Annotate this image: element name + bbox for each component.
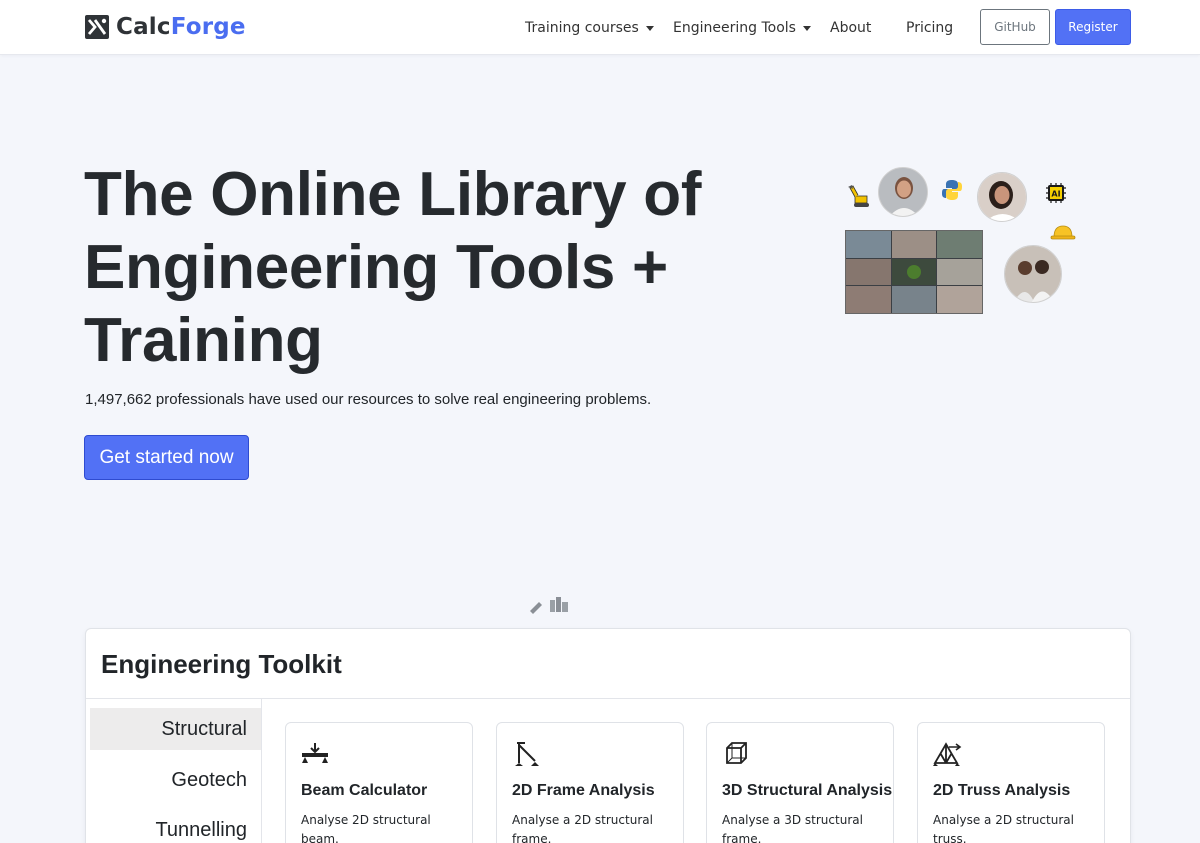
get-started-button[interactable]: Get started now [84,435,249,480]
nav-training-courses-label: Training courses [525,20,639,36]
avatar [906,264,921,279]
video-tile [937,231,982,258]
video-call-grid-photo [845,230,983,314]
tool-name: Beam Calculator [301,782,428,799]
category-tunnelling[interactable]: Tunnelling [90,809,261,843]
tool-description: Analyse 2D structural beam. [301,813,431,843]
tool-name: 2D Truss Analysis [933,782,1071,799]
tool-name: 3D Structural Analysis [722,782,893,799]
video-tile [891,231,937,258]
excavator-icon [848,185,869,207]
toolkit-title: Engineering Toolkit [101,649,342,679]
nav-training-courses[interactable]: Training courses [525,18,654,38]
tool-card-beam-calculator[interactable]: Beam Calculator Analyse 2D structural be… [285,722,473,843]
tool-description: Analyse a 3D structural frame. [722,813,863,843]
beam-icon [302,743,328,763]
engineering-toolkit-panel: Engineering Toolkit Structural Geotech T… [85,628,1131,843]
caret-down-icon [802,25,811,31]
caret-down-icon [645,25,654,31]
person-photo-illustration [879,168,927,216]
svg-text:AI: AI [1051,190,1060,199]
nav-pricing[interactable]: Pricing [906,18,953,38]
video-tile [891,258,937,286]
category-geotech[interactable]: Geotech [90,759,261,801]
video-tile [846,231,891,258]
group-photo-illustration [1005,246,1061,302]
person-photo-illustration [978,173,1026,221]
truss-icon [933,742,962,766]
tool-card-2d-truss-analysis[interactable]: 2D Truss Analysis Analyse a 2D structura… [917,722,1105,843]
nav-about-label: About [830,20,872,36]
brand-name: CalcForge [116,14,246,40]
frame-2d-icon [515,742,539,766]
hero-title: The Online Library of Engineering Tools … [84,160,702,375]
hero-collage: AI [840,165,1080,325]
ai-chip-icon: AI [1046,183,1066,203]
divider [261,699,262,843]
python-icon [942,180,962,200]
hard-hat-icon [1050,225,1076,240]
divider [86,698,1130,699]
ruler-and-building-icons [530,597,568,614]
github-button[interactable]: GitHub [980,9,1050,45]
brand-logo[interactable]: CalcForge [85,12,246,42]
nav-pricing-label: Pricing [906,20,954,36]
hero-subtitle: 1,497,662 professionals have used our re… [85,391,652,408]
top-navbar: CalcForge Training courses Engineering T… [0,0,1200,55]
calcforge-logo-icon [85,15,109,39]
tool-name: 2D Frame Analysis [512,782,655,799]
tool-card-2d-frame-analysis[interactable]: 2D Frame Analysis Analyse a 2D structura… [496,722,684,843]
group-photo [1004,245,1062,303]
tool-description: Analyse a 2D structural truss. [933,813,1074,843]
category-structural[interactable]: Structural [90,708,261,750]
nav-engineering-tools[interactable]: Engineering Tools [673,18,811,38]
video-tile [937,258,982,286]
ruler-icon [530,602,542,614]
video-tile [891,286,937,313]
register-button[interactable]: Register [1055,9,1131,45]
nav-engineering-tools-label: Engineering Tools [673,20,796,36]
frame-3d-icon [726,742,747,764]
tool-description: Analyse a 2D structural frame. [512,813,653,843]
video-tile [846,258,891,286]
video-tile [846,286,891,313]
video-tile [937,286,982,313]
tool-card-3d-structural-analysis[interactable]: 3D Structural Analysis Analyse a 3D stru… [706,722,894,843]
building-icon [550,600,555,612]
person-photo [878,167,928,217]
person-photo [977,172,1027,222]
nav-about[interactable]: About [830,18,871,38]
